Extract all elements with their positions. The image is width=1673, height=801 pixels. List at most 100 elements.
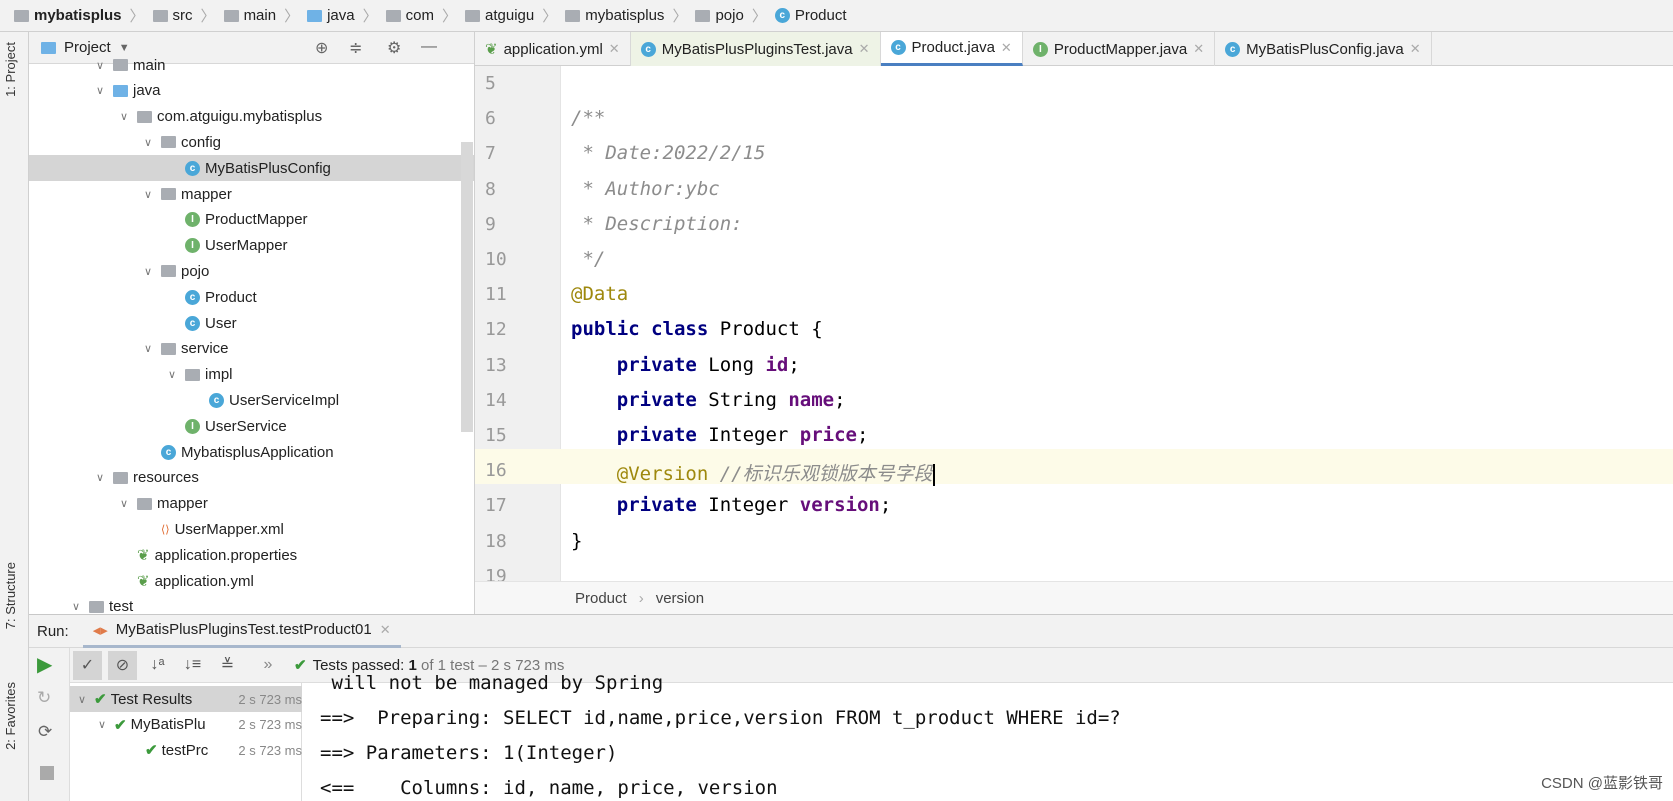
tree-item[interactable]: c MyBatisPlusConfig: [29, 155, 474, 182]
code-line[interactable]: */: [571, 248, 605, 270]
tree-item[interactable]: ⟨⟩ UserMapper.xml: [29, 516, 474, 542]
tree-item[interactable]: ∨ service: [29, 336, 474, 362]
project-scrollbar[interactable]: [461, 142, 473, 432]
tree-item[interactable]: ∨ com.atguigu.mybatisplus: [29, 104, 474, 130]
tree-item-label: service: [181, 340, 229, 358]
rerun-icon[interactable]: ▶: [37, 652, 52, 677]
folder-icon: [565, 9, 581, 22]
code-line[interactable]: @Data: [571, 283, 628, 305]
breadcrumb-item[interactable]: mybatisplus: [14, 7, 122, 24]
tree-item[interactable]: ∨ java: [29, 78, 474, 104]
tree-item[interactable]: c User: [29, 310, 474, 336]
tree-item[interactable]: I ProductMapper: [29, 207, 474, 233]
editor-breadcrumb-field[interactable]: version: [656, 590, 704, 607]
class-icon: c: [640, 41, 656, 57]
code-line[interactable]: }: [571, 530, 582, 552]
tree-item[interactable]: ∨ pojo: [29, 258, 474, 284]
tree-item-label: MyBatisPlusConfig: [205, 159, 331, 177]
sort-duration-icon[interactable]: ↓≡: [178, 651, 207, 680]
package-icon: [137, 110, 152, 123]
chevron-down-icon[interactable]: ∨: [144, 342, 156, 355]
tree-item-label: UserService: [205, 417, 287, 435]
breadcrumb-item[interactable]: com: [385, 7, 434, 24]
tree-item[interactable]: c UserServiceImpl: [29, 387, 474, 413]
more-icon[interactable]: »: [248, 651, 288, 680]
chevron-down-icon[interactable]: ∨: [120, 497, 132, 510]
chevron-down-icon[interactable]: ∨: [144, 188, 156, 201]
breadcrumb-separator: 〉: [129, 8, 145, 25]
close-icon[interactable]: ✕: [1001, 40, 1012, 56]
code-line[interactable]: @Version //标识乐观锁版本号字段: [571, 459, 935, 486]
breadcrumb-item[interactable]: main: [223, 7, 276, 24]
close-icon[interactable]: ✕: [380, 622, 391, 638]
editor-tab[interactable]: c MyBatisPlusConfig.java ✕: [1215, 32, 1432, 66]
chevron-down-icon[interactable]: ∨: [96, 471, 108, 484]
tree-item[interactable]: ❦ application.yml: [29, 568, 474, 594]
editor-tab[interactable]: I ProductMapper.java ✕: [1023, 32, 1216, 66]
editor-tab[interactable]: ❦ application.yml ✕: [475, 32, 631, 66]
chevron-down-icon[interactable]: ∨: [144, 136, 156, 149]
tree-item[interactable]: ∨ impl: [29, 362, 474, 388]
project-side-tab[interactable]: 1: Project: [3, 42, 18, 97]
breadcrumb-item[interactable]: c Product: [774, 7, 847, 24]
stop-icon[interactable]: [40, 766, 54, 780]
toggle-autotest-icon[interactable]: ⟳: [38, 722, 52, 742]
chevron-down-icon[interactable]: ∨: [96, 59, 108, 72]
tree-item[interactable]: I UserService: [29, 413, 474, 439]
sort-alpha-icon[interactable]: ↓ᵃ: [143, 651, 172, 680]
breadcrumb-item[interactable]: src: [152, 7, 193, 24]
tree-item-label: UserServiceImpl: [229, 391, 340, 409]
code-line[interactable]: private Integer price;: [571, 424, 869, 446]
chevron-down-icon[interactable]: ∨: [78, 693, 90, 706]
code-line[interactable]: private Long id;: [571, 354, 800, 376]
code-line[interactable]: * Description:: [571, 213, 742, 235]
breadcrumb-item[interactable]: atguigu: [465, 7, 534, 24]
code-line[interactable]: /**: [571, 107, 605, 129]
tree-item[interactable]: ∨ mapper: [29, 491, 474, 517]
editor-breadcrumb-class[interactable]: Product: [575, 590, 627, 607]
test-name: MyBatisPlu: [130, 716, 206, 733]
tree-item[interactable]: ∨ config: [29, 129, 474, 155]
expand-all-icon[interactable]: ≚: [213, 651, 242, 680]
chevron-down-icon[interactable]: ∨: [96, 84, 108, 97]
breadcrumb-item[interactable]: java: [307, 7, 355, 24]
editor-tab[interactable]: c MyBatisPlusPluginsTest.java ✕: [630, 32, 881, 66]
code-line[interactable]: private String name;: [571, 389, 846, 411]
run-config-tab[interactable]: ◂▸ MyBatisPlusPluginsTest.testProduct01 …: [82, 614, 401, 648]
tree-item[interactable]: I UserMapper: [29, 233, 474, 259]
chevron-down-icon[interactable]: ∨: [168, 368, 180, 381]
code-line[interactable]: * Date:2022/2/15: [571, 142, 765, 164]
chevron-down-icon[interactable]: ∨: [144, 265, 156, 278]
close-icon[interactable]: ✕: [1193, 41, 1204, 57]
show-ignored-icon[interactable]: ⊘: [108, 650, 137, 680]
class-icon: c: [209, 392, 224, 408]
test-tree-item[interactable]: ∨ ✔ MyBatisPlu 2 s 723 ms: [90, 712, 302, 738]
test-tree-item[interactable]: ∨ ✔ Test Results 2 s 723 ms: [70, 686, 302, 712]
tree-item[interactable]: c MybatisplusApplication: [29, 439, 474, 465]
close-icon[interactable]: ✕: [859, 41, 870, 57]
chevron-down-icon[interactable]: ∨: [98, 718, 110, 731]
show-passed-icon[interactable]: ✓: [73, 650, 102, 680]
code-line[interactable]: public class Product {: [571, 318, 823, 340]
tree-item[interactable]: ∨ test: [29, 594, 474, 614]
chevron-down-icon[interactable]: ∨: [120, 110, 132, 123]
rerun-failed-icon[interactable]: ↻: [37, 688, 51, 708]
breadcrumb-item[interactable]: mybatisplus: [565, 7, 664, 24]
code-token: private: [571, 353, 709, 376]
code-line[interactable]: * Author:ybc: [571, 178, 719, 200]
chevron-down-icon[interactable]: ∨: [72, 600, 84, 613]
close-icon[interactable]: ✕: [609, 41, 620, 57]
favorites-side-tab[interactable]: 2: Favorites: [3, 682, 18, 750]
code-token: private: [571, 388, 709, 411]
test-tree-item[interactable]: ✔ testPrc 2 s 723 ms: [125, 737, 302, 763]
breadcrumb-item[interactable]: pojo: [695, 7, 744, 24]
tree-item[interactable]: ∨ resources: [29, 465, 474, 491]
code-line[interactable]: private Integer version;: [571, 494, 892, 516]
structure-side-tab[interactable]: 7: Structure: [3, 562, 18, 629]
close-icon[interactable]: ✕: [1410, 41, 1421, 57]
tree-item[interactable]: ∨ main: [29, 52, 474, 78]
tree-item[interactable]: ∨ mapper: [29, 181, 474, 207]
tree-item[interactable]: c Product: [29, 284, 474, 310]
tree-item[interactable]: ❦ application.properties: [29, 542, 474, 568]
editor-tab[interactable]: c Product.java ✕: [880, 32, 1023, 66]
